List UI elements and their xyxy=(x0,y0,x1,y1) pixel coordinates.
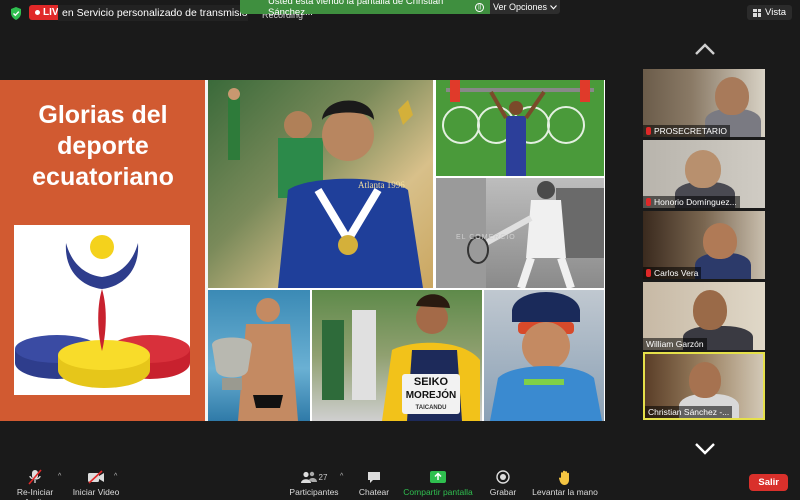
view-options-dropdown[interactable]: Ver Opciones xyxy=(490,0,560,14)
participant-tile[interactable]: PROSECRETARIO xyxy=(643,69,765,137)
record-label: Grabar xyxy=(489,487,517,497)
swimmer-trophy-icon xyxy=(212,298,298,421)
participant-name-tag: Honorio Domínguez... xyxy=(643,196,740,208)
view-label: Vista xyxy=(765,7,786,18)
bib-sub: TAICANDU xyxy=(415,405,447,411)
participants-label: Participantes xyxy=(289,487,339,497)
photo-race-walker: SEIKO MOREJÓN TAICANDU xyxy=(312,290,482,421)
audio-label: Re-Iniciar Audio xyxy=(16,487,54,500)
video-button[interactable]: Iniciar Video xyxy=(72,469,120,497)
chevron-down-icon xyxy=(550,4,557,10)
participant-face xyxy=(685,150,721,188)
participants-count: 27 xyxy=(318,472,328,482)
bib-brand: SEIKO xyxy=(413,376,449,388)
slide-title-panel: Glorias del deporte ecuatoriano xyxy=(0,80,205,421)
mic-muted-icon xyxy=(646,269,651,277)
photo-swimmer-trophy xyxy=(208,290,310,421)
view-options-label: Ver Opciones xyxy=(492,2,548,12)
slide-title: Glorias del deporte ecuatoriano xyxy=(32,101,174,191)
live-dot-icon xyxy=(35,10,40,15)
participant-face xyxy=(689,362,721,398)
participant-tile[interactable]: Carlos Vera xyxy=(643,211,765,279)
participant-name-tag: PROSECRETARIO xyxy=(643,125,731,137)
security-shield-icon[interactable] xyxy=(10,7,22,20)
scroll-up-icon[interactable] xyxy=(694,42,716,56)
photo-cyclist xyxy=(484,290,604,421)
video-off-icon xyxy=(88,470,104,484)
photo-watermark: EL COMERCIO xyxy=(456,234,516,241)
grid-view-icon xyxy=(753,8,762,17)
raise-hand-button[interactable]: Levantar la mano xyxy=(532,469,598,497)
chat-icon xyxy=(368,471,380,483)
sports-logo xyxy=(14,225,190,395)
participants-icon xyxy=(300,471,317,483)
scroll-down-icon[interactable] xyxy=(694,442,716,456)
share-screen-label: Compartir pantalla xyxy=(403,487,473,497)
photo-olympic-champion: Atlanta 1996 xyxy=(208,80,433,288)
screen-share-banner-text: Usted está viendo la pantalla de Christi… xyxy=(268,0,444,18)
bib-name: MOREJÓN xyxy=(405,390,457,401)
participant-face xyxy=(693,290,727,330)
participant-name-tag: Christian Sánchez -... xyxy=(645,406,733,418)
participant-tile-active-speaker[interactable]: Christian Sánchez -... xyxy=(643,352,765,420)
participant-name-tag: Carlos Vera xyxy=(643,267,702,279)
zoom-meeting-window: LIVE en Servicio personalizado de transm… xyxy=(0,0,800,500)
cyclist-icon xyxy=(490,292,602,421)
participant-name: William Garzón xyxy=(646,339,704,349)
audio-button[interactable]: Re-Iniciar Audio xyxy=(6,469,64,500)
participant-face xyxy=(703,223,737,259)
participant-name: Honorio Domínguez... xyxy=(654,197,737,207)
record-icon xyxy=(496,470,510,484)
video-label: Iniciar Video xyxy=(72,487,120,497)
meeting-toolbar: Re-Iniciar Audio ^ Iniciar Video ^ 27 xyxy=(0,465,800,500)
live-stream-title: en Servicio personalizado de transmisión… xyxy=(58,5,248,21)
photo-weightlifter xyxy=(436,80,604,176)
mic-off-icon xyxy=(28,469,42,485)
ecuador-sports-logo-icon xyxy=(15,235,190,388)
participant-tile[interactable]: Honorio Domínguez... xyxy=(643,140,765,208)
record-button[interactable]: Grabar xyxy=(486,469,520,497)
participant-name: PROSECRETARIO xyxy=(654,126,728,136)
weightlifter-icon xyxy=(442,80,594,176)
mic-muted-icon xyxy=(646,198,651,206)
participant-name-tag: William Garzón xyxy=(643,338,707,350)
participants-options-caret-icon[interactable]: ^ xyxy=(340,473,343,480)
audio-options-caret-icon[interactable]: ^ xyxy=(58,473,61,480)
raise-hand-icon xyxy=(559,470,569,485)
chat-button[interactable]: Chatear xyxy=(354,469,394,497)
pause-icon[interactable]: || xyxy=(475,2,484,12)
mic-muted-icon xyxy=(646,127,651,135)
participant-name: Christian Sánchez -... xyxy=(648,407,730,417)
share-screen-icon xyxy=(430,471,446,483)
participant-face xyxy=(715,77,749,115)
tennis-player-icon xyxy=(436,178,604,288)
screen-share-banner: Usted está viendo la pantalla de Christi… xyxy=(240,0,490,18)
view-button[interactable]: Vista xyxy=(747,5,792,20)
olympic-text: Atlanta 1996 xyxy=(358,180,405,190)
participant-tile[interactable]: William Garzón xyxy=(643,282,765,350)
shared-screen[interactable]: Glorias del deporte ecuatoriano Atlanta … xyxy=(0,80,605,421)
participants-button[interactable]: 27 Participantes xyxy=(284,469,344,497)
video-options-caret-icon[interactable]: ^ xyxy=(114,473,117,480)
share-screen-button[interactable]: Compartir pantalla xyxy=(402,469,474,497)
raise-hand-label: Levantar la mano xyxy=(532,487,598,497)
chat-label: Chatear xyxy=(358,487,390,497)
participant-name: Carlos Vera xyxy=(654,268,699,278)
photo-tennis-player: EL COMERCIO xyxy=(436,178,604,288)
leave-button[interactable]: Salir xyxy=(749,474,788,491)
race-bib: SEIKO MOREJÓN TAICANDU xyxy=(402,374,460,414)
